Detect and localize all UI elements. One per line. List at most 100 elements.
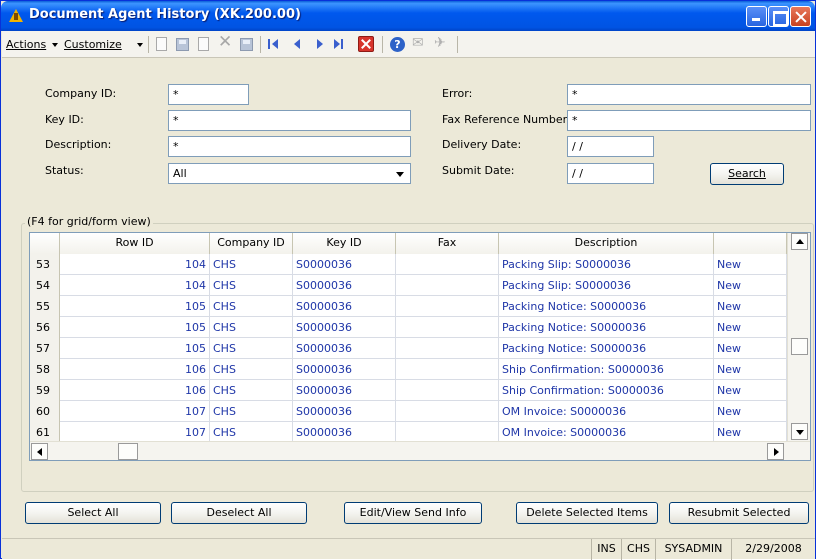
row-indicator[interactable]: 58 (30, 359, 60, 380)
cell-description[interactable]: Ship Confirmation: S0000036 (499, 380, 714, 401)
copy-icon[interactable] (198, 37, 209, 51)
cell-key-id[interactable]: S0000036 (293, 317, 396, 338)
edit-view-send-info-button[interactable]: Edit/View Send Info (344, 502, 482, 524)
select-all-button[interactable]: Select All (25, 502, 161, 524)
customize-menu[interactable]: Customize (64, 38, 122, 51)
horizontal-scrollbar[interactable] (30, 441, 810, 460)
cell-key-id[interactable]: S0000036 (293, 359, 396, 380)
table-row[interactable]: 55 105 CHS S0000036 Packing Notice: S0000036… (30, 296, 787, 317)
close-document-icon[interactable] (358, 36, 374, 52)
cell-status[interactable]: New (714, 254, 787, 275)
cell-fax[interactable] (396, 338, 499, 359)
cell-company-id[interactable]: CHS (210, 275, 293, 296)
table-row[interactable]: 53 104 CHS S0000036 Packing Slip: S0000036 Ne… (30, 254, 787, 275)
header-description[interactable]: Description (499, 233, 714, 254)
cell-key-id[interactable]: S0000036 (293, 422, 396, 443)
first-record-icon[interactable] (268, 39, 284, 55)
cell-fax[interactable] (396, 254, 499, 275)
cell-key-id[interactable]: S0000036 (293, 296, 396, 317)
header-company-id[interactable]: Company ID (210, 233, 293, 254)
cell-fax[interactable] (396, 422, 499, 443)
table-row[interactable]: 59 106 CHS S0000036 Ship Confirmation: S0000… (30, 380, 787, 401)
table-row[interactable]: 54 104 CHS S0000036 Packing Slip: S0000036 Ne… (30, 275, 787, 296)
cell-status[interactable]: New (714, 380, 787, 401)
cell-company-id[interactable]: CHS (210, 254, 293, 275)
cell-description[interactable]: OM Invoice: S0000036 (499, 422, 714, 443)
error-field[interactable]: * (567, 84, 811, 105)
deselect-all-button[interactable]: Deselect All (171, 502, 307, 524)
cell-fax[interactable] (396, 317, 499, 338)
cell-key-id[interactable]: S0000036 (293, 338, 396, 359)
delete-icon[interactable]: ✕ (218, 34, 234, 51)
row-indicator[interactable]: 53 (30, 254, 60, 275)
table-row[interactable]: 60 107 CHS S0000036 OM Invoice: S0000036 New (30, 401, 787, 422)
row-indicator[interactable]: 59 (30, 380, 60, 401)
cell-company-id[interactable]: CHS (210, 296, 293, 317)
cell-row-id[interactable]: 107 (60, 401, 210, 422)
scroll-right-icon[interactable] (767, 443, 784, 460)
table-row[interactable]: 57 105 CHS S0000036 Packing Notice: S0000036… (30, 338, 787, 359)
cell-description[interactable]: Packing Notice: S0000036 (499, 317, 714, 338)
cell-row-id[interactable]: 105 (60, 296, 210, 317)
cell-row-id[interactable]: 106 (60, 359, 210, 380)
table-row[interactable]: 58 106 CHS S0000036 Ship Confirmation: S0000… (30, 359, 787, 380)
company-id-field[interactable]: * (168, 84, 249, 105)
cell-company-id[interactable]: CHS (210, 380, 293, 401)
cell-description[interactable]: Packing Slip: S0000036 (499, 254, 714, 275)
cell-description[interactable]: Packing Slip: S0000036 (499, 275, 714, 296)
print-icon[interactable] (240, 38, 253, 51)
fax-reference-field[interactable]: * (567, 110, 811, 131)
scroll-left-icon[interactable] (31, 443, 48, 460)
cell-fax[interactable] (396, 359, 499, 380)
attach-icon[interactable]: ✈ (434, 35, 450, 51)
row-indicator[interactable]: 56 (30, 317, 60, 338)
search-button[interactable]: Search (710, 163, 784, 185)
cell-description[interactable]: Ship Confirmation: S0000036 (499, 359, 714, 380)
cell-company-id[interactable]: CHS (210, 401, 293, 422)
cell-company-id[interactable]: CHS (210, 317, 293, 338)
delivery-date-field[interactable]: / / (567, 136, 654, 157)
history-grid[interactable]: Row ID Company ID Key ID Fax Description… (29, 232, 811, 461)
cell-description[interactable]: Packing Notice: S0000036 (499, 338, 714, 359)
row-indicator[interactable]: 60 (30, 401, 60, 422)
scroll-down-icon[interactable] (791, 423, 808, 440)
cell-fax[interactable] (396, 380, 499, 401)
vertical-scroll-thumb[interactable] (791, 338, 808, 355)
cell-company-id[interactable]: CHS (210, 359, 293, 380)
cell-status[interactable]: New (714, 359, 787, 380)
cell-row-id[interactable]: 105 (60, 338, 210, 359)
actions-menu[interactable]: Actions (6, 38, 46, 51)
header-fax[interactable]: Fax (396, 233, 499, 254)
save-icon[interactable] (176, 38, 189, 51)
cell-company-id[interactable]: CHS (210, 422, 293, 443)
scroll-up-icon[interactable] (791, 233, 808, 250)
description-field[interactable]: * (168, 136, 411, 157)
delete-selected-items-button[interactable]: Delete Selected Items (516, 502, 658, 524)
last-record-icon[interactable] (334, 39, 350, 55)
cell-status[interactable]: New (714, 317, 787, 338)
cell-status[interactable]: New (714, 338, 787, 359)
resubmit-selected-button[interactable]: Resubmit Selected (669, 502, 809, 524)
cell-fax[interactable] (396, 275, 499, 296)
chevron-down-icon[interactable] (392, 165, 409, 182)
row-indicator[interactable]: 54 (30, 275, 60, 296)
cell-key-id[interactable]: S0000036 (293, 275, 396, 296)
row-indicator[interactable]: 57 (30, 338, 60, 359)
horizontal-scroll-thumb[interactable] (118, 443, 138, 460)
cell-key-id[interactable]: S0000036 (293, 380, 396, 401)
cell-description[interactable]: OM Invoice: S0000036 (499, 401, 714, 422)
cell-row-id[interactable]: 105 (60, 317, 210, 338)
cell-row-id[interactable]: 107 (60, 422, 210, 443)
table-row[interactable]: 61 107 CHS S0000036 OM Invoice: S0000036 New (30, 422, 787, 443)
cell-description[interactable]: Packing Notice: S0000036 (499, 296, 714, 317)
cell-status[interactable]: New (714, 296, 787, 317)
cell-row-id[interactable]: 104 (60, 254, 210, 275)
maximize-button[interactable] (768, 6, 789, 27)
submit-date-field[interactable]: / / (567, 163, 654, 184)
next-record-icon[interactable] (314, 39, 330, 55)
row-indicator[interactable]: 55 (30, 296, 60, 317)
cell-row-id[interactable]: 104 (60, 275, 210, 296)
cell-status[interactable]: New (714, 275, 787, 296)
cell-status[interactable]: New (714, 401, 787, 422)
new-icon[interactable] (156, 37, 167, 51)
